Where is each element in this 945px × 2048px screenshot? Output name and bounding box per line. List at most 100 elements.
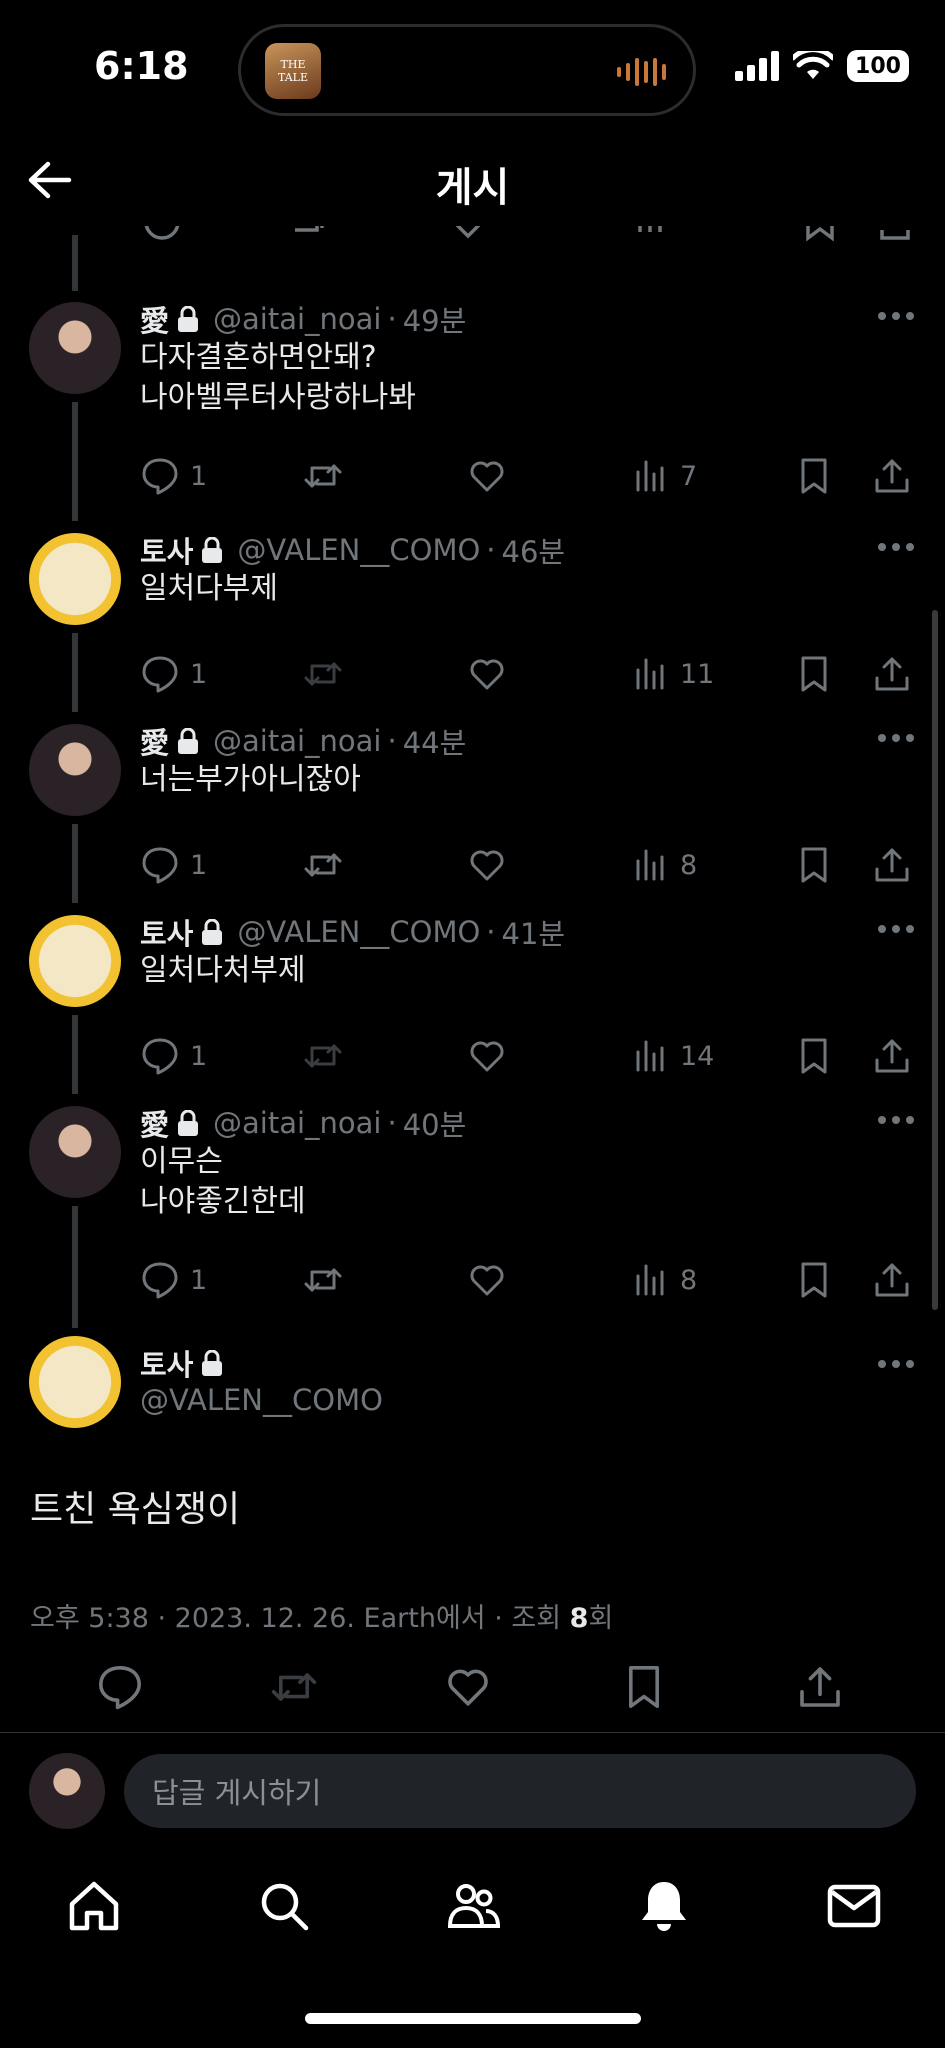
- bookmark-icon[interactable]: [620, 1663, 668, 1711]
- bookmark-button[interactable]: [794, 1036, 834, 1076]
- search-icon[interactable]: [256, 1878, 312, 1934]
- more-icon[interactable]: [876, 1114, 916, 1126]
- avatar[interactable]: [29, 1336, 121, 1428]
- home-icon[interactable]: [66, 1878, 122, 1934]
- views-button[interactable]: 11: [630, 654, 714, 694]
- reply-button[interactable]: 1: [140, 1260, 207, 1300]
- my-avatar[interactable]: [29, 1753, 105, 1829]
- reply-button[interactable]: 1: [140, 845, 207, 885]
- avatar[interactable]: [29, 915, 121, 1007]
- view-count: 8: [680, 849, 698, 881]
- like-button[interactable]: [467, 654, 507, 694]
- tweet-text: 일처다처부제: [140, 953, 306, 988]
- lock-icon: [178, 728, 199, 754]
- thread-line: [72, 402, 78, 521]
- share-button[interactable]: [872, 845, 912, 885]
- bookmark-button[interactable]: [794, 1260, 834, 1300]
- page-title: 게시: [435, 165, 510, 211]
- reply-button[interactable]: 1: [140, 456, 207, 496]
- retweet-icon[interactable]: [270, 1663, 318, 1711]
- reply-button[interactable]: 1: [140, 654, 207, 694]
- thread-line: [72, 633, 78, 712]
- author-name: 토사: [140, 1348, 194, 1382]
- thread-line: [72, 824, 78, 903]
- bookmark-button[interactable]: [794, 845, 834, 885]
- more-icon[interactable]: [876, 541, 916, 553]
- tweet-text: 다자결혼하면안돼? 나아벨루터사랑하나봐: [140, 340, 416, 415]
- like-button[interactable]: [467, 1260, 507, 1300]
- main-tweet-actions: [96, 1663, 856, 1711]
- tweet-header[interactable]: 愛 @aitai_noai · 49분: [140, 298, 466, 340]
- meta-text: 오후 5:38 · 2023. 12. 26. Earth에서 · 조회: [30, 1603, 570, 1634]
- tweet-header[interactable]: 토사 @VALEN__COMO · 46분: [140, 529, 565, 571]
- views-button[interactable]: 8: [630, 845, 697, 885]
- author-handle[interactable]: @VALEN__COMO: [140, 1383, 383, 1417]
- author-handle: @VALEN__COMO: [237, 915, 481, 949]
- thread-line: [72, 1015, 78, 1094]
- retweet-button[interactable]: [303, 456, 343, 496]
- lock-icon: [202, 537, 223, 563]
- dot-separator: ·: [486, 533, 496, 567]
- bookmark-button[interactable]: [794, 654, 834, 694]
- avatar[interactable]: [29, 724, 121, 816]
- tweet-time: 40분: [402, 1108, 467, 1142]
- bottom-nav: [0, 1878, 945, 1938]
- main-tweet-author[interactable]: 토사: [140, 1342, 237, 1384]
- retweet-button[interactable]: [303, 1036, 343, 1076]
- communities-icon[interactable]: [446, 1878, 502, 1934]
- author-handle: @aitai_noai: [213, 302, 382, 336]
- like-icon[interactable]: [444, 1663, 492, 1711]
- like-button[interactable]: [467, 845, 507, 885]
- scrollbar[interactable]: [932, 610, 938, 1310]
- more-icon[interactable]: [876, 1358, 916, 1370]
- more-icon[interactable]: [876, 310, 916, 322]
- share-button[interactable]: [872, 654, 912, 694]
- avatar[interactable]: [29, 533, 121, 625]
- tweet-header[interactable]: 愛 @aitai_noai · 44분: [140, 720, 466, 762]
- tweet-text: 이무슨 나야좋긴한데: [140, 1144, 306, 1219]
- views-button[interactable]: 7: [630, 456, 697, 496]
- view-count: 14: [680, 1040, 715, 1072]
- retweet-button[interactable]: [303, 654, 343, 694]
- tweet-header[interactable]: 토사 @VALEN__COMO · 41분: [140, 911, 565, 953]
- more-icon[interactable]: [876, 923, 916, 935]
- status-time: 6:18: [94, 44, 189, 88]
- signal-icon: [735, 51, 779, 81]
- thread-line: [72, 1206, 78, 1328]
- dot-separator: ·: [486, 915, 496, 949]
- tweet-header[interactable]: 愛 @aitai_noai · 40분: [140, 1102, 466, 1144]
- share-button[interactable]: [872, 1036, 912, 1076]
- dynamic-island[interactable]: THE TALE: [238, 24, 696, 116]
- author-name: 愛: [140, 304, 170, 338]
- notifications-icon[interactable]: [636, 1878, 692, 1934]
- author-name: 愛: [140, 1108, 170, 1142]
- dot-separator: ·: [387, 1106, 397, 1140]
- audio-wave-icon: [617, 58, 666, 86]
- bookmark-button[interactable]: [794, 456, 834, 496]
- reply-count: 1: [190, 849, 208, 881]
- like-button[interactable]: [467, 1036, 507, 1076]
- reply-button[interactable]: 1: [140, 1036, 207, 1076]
- avatar[interactable]: [29, 302, 121, 394]
- reply-input[interactable]: 답글 게시하기: [124, 1754, 916, 1828]
- like-button[interactable]: [467, 456, 507, 496]
- tweet-time: 41분: [501, 917, 566, 951]
- view-count: 8: [569, 1603, 589, 1634]
- reply-icon[interactable]: [96, 1663, 144, 1711]
- more-icon[interactable]: [876, 732, 916, 744]
- author-name: 토사: [140, 917, 194, 951]
- divider: [0, 1732, 945, 1733]
- retweet-button[interactable]: [303, 1260, 343, 1300]
- retweet-button[interactable]: [303, 845, 343, 885]
- tweet-time: 44분: [402, 726, 467, 760]
- messages-icon[interactable]: [826, 1878, 882, 1934]
- reply-count: 1: [190, 658, 208, 690]
- views-button[interactable]: 8: [630, 1260, 697, 1300]
- avatar[interactable]: [29, 1106, 121, 1198]
- share-button[interactable]: [872, 1260, 912, 1300]
- home-indicator[interactable]: [305, 2013, 641, 2024]
- views-button[interactable]: 14: [630, 1036, 714, 1076]
- share-icon[interactable]: [796, 1663, 844, 1711]
- author-handle: @aitai_noai: [213, 1106, 382, 1140]
- share-button[interactable]: [872, 456, 912, 496]
